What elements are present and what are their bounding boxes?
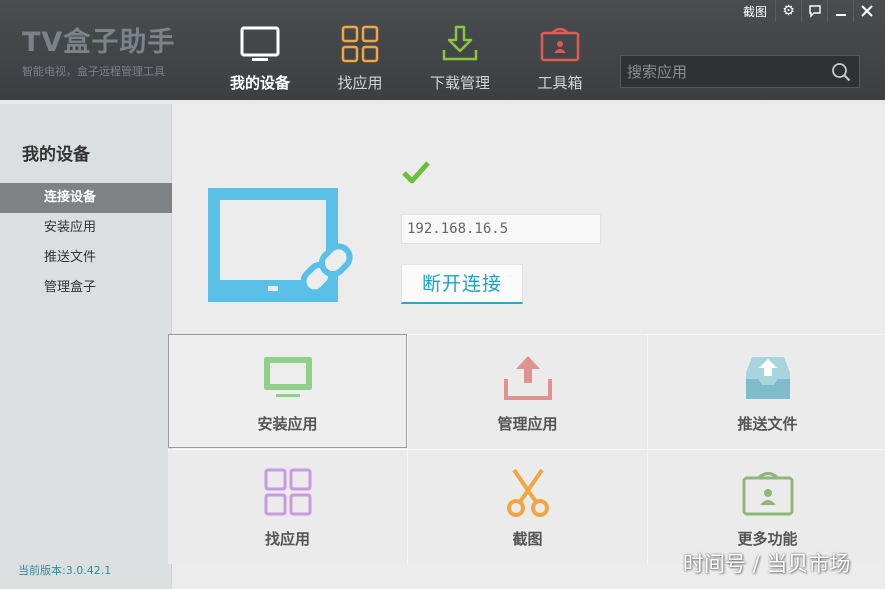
- download-icon: [442, 25, 478, 61]
- close-icon[interactable]: [853, 0, 879, 22]
- grid-icon: [264, 468, 311, 516]
- grid-icon: [341, 25, 379, 63]
- tile-push-files[interactable]: 推送文件: [648, 335, 885, 449]
- toolbox-icon: [742, 472, 793, 516]
- search-icon[interactable]: [831, 62, 851, 82]
- top-header: TV盒子助手 智能电视，盒子远程管理工具 我的设备 找应用 下载管理 工具箱 截…: [0, 0, 885, 100]
- sidebar-title: 我的设备: [22, 145, 90, 165]
- tab-label: 工具箱: [537, 74, 583, 92]
- tile-label: 找应用: [264, 530, 310, 548]
- chat-icon[interactable]: [801, 0, 827, 22]
- sidebar-item-push-files[interactable]: 推送文件: [0, 243, 172, 273]
- monitor-icon: [263, 357, 312, 397]
- tile-more-features[interactable]: 更多功能: [648, 450, 885, 564]
- tile-find-apps[interactable]: 找应用: [168, 450, 407, 564]
- main-panel: 192.168.16.5 断开连接 安装应用 管理应用 推送文件 找应用 截图 …: [168, 104, 885, 589]
- sidebar: 我的设备 连接设备 安装应用 推送文件 管理盒子 当前版本:3.0.42.1: [0, 104, 172, 589]
- tile-label: 截图: [512, 530, 543, 548]
- tile-manage-apps[interactable]: 管理应用: [408, 335, 647, 449]
- gear-icon[interactable]: ⚙: [775, 0, 801, 22]
- watermark: 时间号 / 当贝市场: [683, 552, 851, 576]
- minimize-icon[interactable]: [827, 0, 853, 22]
- tile-screenshot[interactable]: 截图: [408, 450, 647, 564]
- ip-address-display: 192.168.16.5: [401, 214, 601, 244]
- tile-install-apps[interactable]: 安装应用: [168, 334, 407, 448]
- tab-label: 找应用: [337, 74, 383, 92]
- search-box: [620, 55, 860, 88]
- sidebar-item-manage-box[interactable]: 管理盒子: [0, 273, 172, 303]
- version-label: 当前版本:3.0.42.1: [18, 564, 112, 577]
- connected-tv-icon: [208, 188, 353, 302]
- inbox-icon: [745, 357, 790, 399]
- app-subtitle: 智能电视，盒子远程管理工具: [22, 65, 165, 78]
- tab-find-apps[interactable]: 找应用: [318, 20, 402, 96]
- sidebar-item-install[interactable]: 安装应用: [0, 213, 172, 243]
- toolbox-icon: [540, 27, 580, 62]
- sidebar-item-connect[interactable]: 连接设备: [0, 183, 172, 213]
- sidebar-item-label: 管理盒子: [44, 280, 97, 295]
- check-icon: [402, 161, 430, 184]
- tile-label: 推送文件: [737, 415, 798, 433]
- window-controls: 截图 ⚙: [743, 0, 879, 22]
- tab-label: 下载管理: [429, 74, 490, 92]
- tile-label: 更多功能: [737, 530, 798, 548]
- search-input[interactable]: [621, 56, 826, 87]
- tab-downloads[interactable]: 下载管理: [418, 20, 502, 96]
- upload-icon: [503, 356, 552, 400]
- sidebar-item-label: 连接设备: [44, 190, 97, 205]
- tv-icon: [240, 26, 280, 61]
- tab-my-devices[interactable]: 我的设备: [218, 20, 302, 96]
- tab-label: 我的设备: [229, 74, 290, 92]
- tab-toolbox[interactable]: 工具箱: [518, 20, 602, 96]
- app-title: TV盒子助手: [22, 27, 176, 58]
- sidebar-item-label: 推送文件: [44, 250, 97, 265]
- disconnect-button[interactable]: 断开连接: [401, 264, 523, 304]
- screenshot-link[interactable]: 截图: [743, 3, 767, 20]
- tile-label: 管理应用: [497, 415, 558, 433]
- app-logo: TV盒子助手 智能电视，盒子远程管理工具: [22, 20, 175, 79]
- scissors-icon: [506, 468, 549, 517]
- sidebar-item-label: 安装应用: [44, 220, 97, 235]
- tile-label: 安装应用: [257, 415, 318, 433]
